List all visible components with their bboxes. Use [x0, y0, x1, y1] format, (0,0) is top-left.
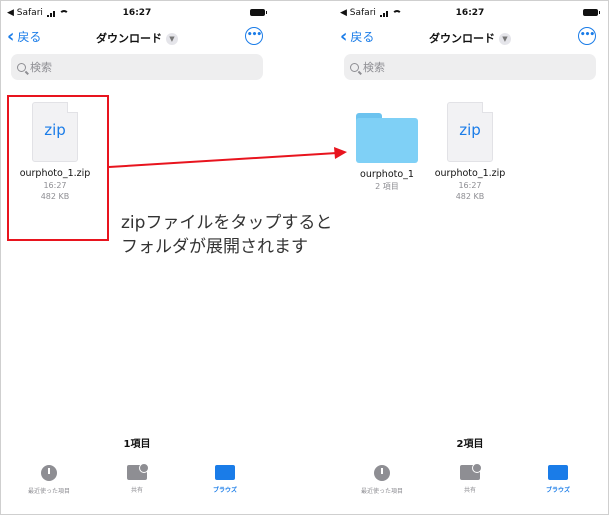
annotation-line-2: フォルダが展開されます	[121, 237, 308, 257]
annotation-text: zipファイルをタップすると フォルダが展開されます	[121, 211, 332, 259]
annotation-line-1: zipファイルをタップすると	[121, 213, 333, 233]
screenshot-frame: ◀ Safari 16:27 ‹ 戻る ダウンロード▼ ••• zip ourp…	[0, 0, 609, 515]
